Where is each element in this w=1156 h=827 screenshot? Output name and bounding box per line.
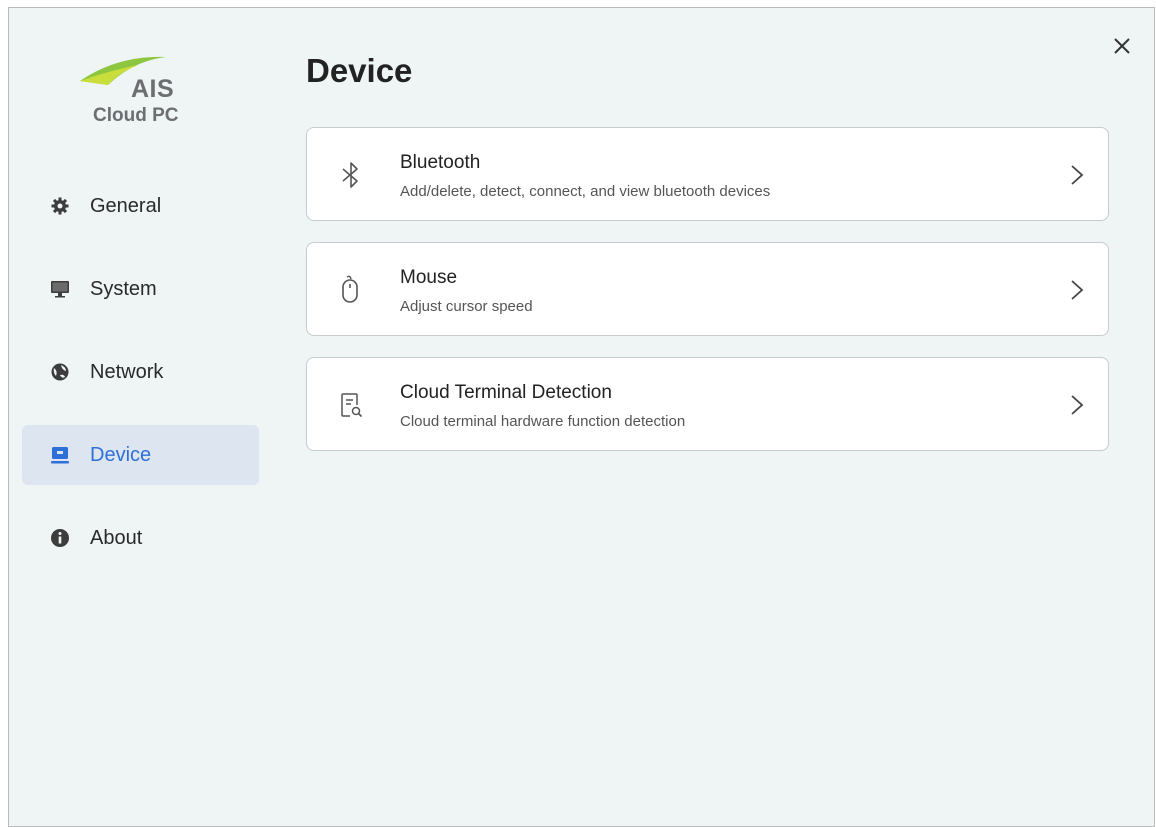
sidebar-item-label: System [90, 277, 157, 300]
monitor-icon [50, 279, 70, 299]
bluetooth-icon [335, 159, 367, 191]
close-button[interactable] [1108, 32, 1136, 60]
chevron-right-icon [1070, 164, 1084, 186]
device-icon [50, 445, 70, 465]
sidebar-item-label: About [90, 526, 143, 549]
logo: AIS Cloud PC [73, 53, 203, 133]
sidebar-item-system[interactable]: System [22, 259, 259, 319]
detection-icon [335, 389, 367, 421]
sidebar-item-label: General [90, 194, 162, 217]
sidebar-item-label: Network [90, 360, 164, 383]
sidebar: General System Network Device About [22, 176, 259, 591]
card-title: Cloud Terminal Detection [400, 382, 612, 403]
device-card-list: Bluetooth Add/delete, detect, connect, a… [306, 127, 1109, 472]
logo-brand: AIS [131, 75, 175, 103]
page-title: Device [306, 52, 413, 89]
card-title: Bluetooth [400, 152, 481, 173]
sidebar-item-general[interactable]: General [22, 176, 259, 236]
bluetooth-card[interactable]: Bluetooth Add/delete, detect, connect, a… [306, 127, 1109, 221]
sidebar-item-network[interactable]: Network [22, 342, 259, 402]
sidebar-item-about[interactable]: About [22, 508, 259, 568]
mouse-card[interactable]: Mouse Adjust cursor speed [306, 242, 1109, 336]
logo-product: Cloud PC [93, 105, 179, 126]
network-icon [50, 362, 70, 382]
cloud-terminal-detection-card[interactable]: Cloud Terminal Detection Cloud terminal … [306, 357, 1109, 451]
card-title: Mouse [400, 267, 458, 288]
info-icon [50, 528, 70, 548]
card-description: Add/delete, detect, connect, and view bl… [400, 183, 771, 200]
gear-icon [50, 196, 70, 216]
chevron-right-icon [1070, 279, 1084, 301]
card-description: Cloud terminal hardware function detecti… [400, 413, 686, 430]
mouse-icon [335, 274, 367, 306]
sidebar-item-device[interactable]: Device [22, 425, 259, 485]
close-icon [1114, 38, 1130, 54]
sidebar-item-label: Device [90, 443, 152, 466]
chevron-right-icon [1070, 394, 1084, 416]
settings-window: AIS Cloud PC General System Network Devi… [8, 7, 1155, 827]
card-description: Adjust cursor speed [400, 298, 533, 315]
